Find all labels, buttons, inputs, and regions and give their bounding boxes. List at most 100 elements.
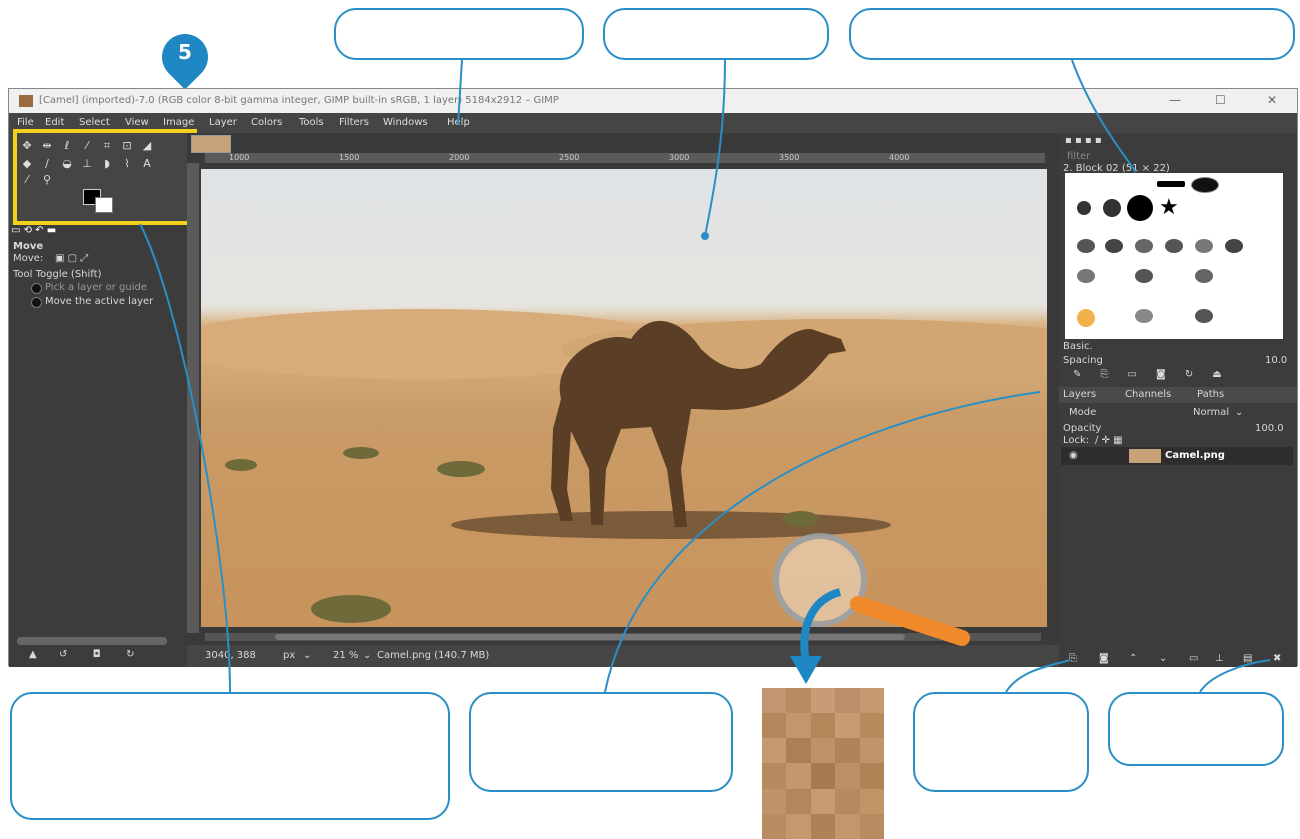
- image-tab-thumbnail[interactable]: [191, 135, 231, 153]
- duplicate-layer-icon[interactable]: ▭: [1189, 653, 1198, 664]
- unified-transform-icon[interactable]: ⊡: [119, 139, 135, 153]
- color-picker-icon[interactable]: ⁄: [19, 173, 35, 187]
- raise-layer-icon[interactable]: ⌃: [1129, 653, 1137, 664]
- crop-tool-icon[interactable]: ⌗: [99, 139, 115, 153]
- zoom-tool-icon[interactable]: ⚲: [39, 173, 55, 187]
- opacity-label: Opacity: [1063, 423, 1102, 434]
- menu-layer[interactable]: Layer: [209, 117, 237, 128]
- lock-icons[interactable]: ∕ ✛ ▦: [1095, 435, 1123, 446]
- tab-channels[interactable]: Channels: [1125, 389, 1171, 400]
- brush-item[interactable]: [1135, 239, 1153, 253]
- brush-item[interactable]: [1135, 309, 1153, 323]
- text-tool-icon[interactable]: A: [139, 157, 155, 171]
- brush-item[interactable]: [1195, 239, 1213, 253]
- menu-tools[interactable]: Tools: [299, 117, 324, 128]
- eye-icon[interactable]: ◉: [1069, 450, 1078, 461]
- chevron-down-icon[interactable]: ⌄: [303, 650, 311, 661]
- layer-name[interactable]: Camel.png: [1165, 450, 1225, 461]
- tool-options-scrollbar[interactable]: [17, 637, 167, 645]
- brush-item[interactable]: [1105, 239, 1123, 253]
- star-brush-icon[interactable]: ★: [1159, 195, 1179, 220]
- brush-selected[interactable]: [1191, 177, 1219, 193]
- bottom-icons[interactable]: ▲ ↺ ◘ ↻: [29, 649, 134, 660]
- menu-edit[interactable]: Edit: [45, 117, 64, 128]
- radio-move-active[interactable]: [31, 297, 42, 308]
- camel-image-canvas[interactable]: [201, 169, 1047, 627]
- menu-image[interactable]: Image: [163, 117, 194, 128]
- spacing-value[interactable]: 10.0: [1265, 355, 1287, 366]
- brush-preset-select[interactable]: Basic.: [1063, 341, 1093, 352]
- chevron-down-icon[interactable]: ⌄: [1235, 407, 1243, 418]
- maximize-button[interactable]: ☐: [1215, 93, 1226, 107]
- move-tool-icon[interactable]: ✥: [19, 139, 35, 153]
- title-bar: [Camel] (imported)-7.0 (RGB color 8-bit …: [9, 89, 1297, 113]
- tab-layers[interactable]: Layers: [1063, 389, 1096, 400]
- brush-item[interactable]: [1077, 239, 1095, 253]
- layer-thumbnail: [1129, 449, 1161, 463]
- window-title: [Camel] (imported)-7.0 (RGB color 8-bit …: [39, 95, 559, 106]
- brush-item[interactable]: [1195, 269, 1213, 283]
- menu-windows[interactable]: Windows: [383, 117, 428, 128]
- paths-tool-icon[interactable]: ⌇: [119, 157, 135, 171]
- menu-select[interactable]: Select: [79, 117, 110, 128]
- brush-item[interactable]: [1103, 199, 1121, 217]
- move-mode-icons[interactable]: ▣ ▢ ⤢: [55, 253, 88, 264]
- minimize-button[interactable]: —: [1169, 93, 1181, 107]
- brush-item[interactable]: [1225, 239, 1243, 253]
- gimp-window: [Camel] (imported)-7.0 (RGB color 8-bit …: [8, 88, 1298, 667]
- eraser-icon[interactable]: ◒: [59, 157, 75, 171]
- layers-tabs: Layers Channels Paths: [1059, 387, 1297, 403]
- unit-select[interactable]: px: [283, 650, 295, 661]
- menu-file[interactable]: File: [17, 117, 34, 128]
- fuzzy-select-icon[interactable]: ⁄: [79, 139, 95, 153]
- smudge-tool-icon[interactable]: ◗: [99, 157, 115, 171]
- new-group-icon[interactable]: ◙: [1099, 653, 1109, 664]
- ruler-tick: 4000: [889, 153, 910, 162]
- brush-item[interactable]: [1157, 181, 1185, 187]
- menu-colors[interactable]: Colors: [251, 117, 282, 128]
- scrollbar-thumb[interactable]: [275, 634, 905, 640]
- step-number: 5: [178, 40, 192, 64]
- menu-filters[interactable]: Filters: [339, 117, 369, 128]
- tab-paths[interactable]: Paths: [1197, 389, 1224, 400]
- menu-help[interactable]: Help: [447, 117, 470, 128]
- clone-tool-icon[interactable]: ⊥: [79, 157, 95, 171]
- brush-filter-input[interactable]: filter: [1067, 151, 1090, 162]
- free-select-icon[interactable]: ℓ: [59, 139, 75, 153]
- zoom-select[interactable]: 21 %: [333, 650, 358, 661]
- delete-layer-icon[interactable]: ✖: [1273, 653, 1281, 664]
- horizontal-scrollbar[interactable]: [205, 633, 1041, 641]
- align-tool-icon[interactable]: ⇹: [39, 139, 55, 153]
- mode-select[interactable]: Normal: [1193, 407, 1229, 418]
- callout-layers-dock: [469, 692, 733, 792]
- horizontal-ruler: 1000 1500 2000 2500 3000 3500 4000: [205, 153, 1045, 163]
- layer-row[interactable]: ◉ Camel.png: [1061, 447, 1293, 465]
- callout-brushes-dock: [849, 8, 1295, 60]
- brush-item[interactable]: [1195, 309, 1213, 323]
- panel-tabs-icons[interactable]: ▭ ⟲ ↶ ▬: [11, 225, 56, 236]
- bucket-fill-icon[interactable]: ◆: [19, 157, 35, 171]
- brush-item[interactable]: [1127, 195, 1153, 221]
- anchor-layer-icon[interactable]: ⊥: [1215, 653, 1224, 664]
- brush-item[interactable]: [1077, 201, 1091, 215]
- warp-transform-icon[interactable]: ◢: [139, 139, 155, 153]
- brush-item[interactable]: [1165, 239, 1183, 253]
- opacity-value[interactable]: 100.0: [1255, 423, 1284, 434]
- menu-view[interactable]: View: [125, 117, 149, 128]
- brush-item[interactable]: [1077, 269, 1095, 283]
- chevron-down-icon[interactable]: ⌄: [363, 650, 371, 661]
- brush-item[interactable]: [1135, 269, 1153, 283]
- ruler-tick: 1000: [229, 153, 250, 162]
- new-layer-icon[interactable]: ⎘: [1069, 653, 1077, 664]
- callout-delete-layer: [1108, 692, 1284, 766]
- brush-action-icons[interactable]: ✎ ⎘ ▭ ◙ ↻ ⏏: [1073, 369, 1222, 380]
- brush-grid[interactable]: ★: [1065, 173, 1283, 339]
- close-button[interactable]: ✕: [1267, 93, 1277, 107]
- dock-tab-icons[interactable]: ▪ ▪ ▪ ▪: [1065, 135, 1102, 146]
- mask-layer-icon[interactable]: ▤: [1243, 653, 1252, 664]
- radio-pick-layer[interactable]: [31, 283, 42, 294]
- lower-layer-icon[interactable]: ⌄: [1159, 653, 1167, 664]
- paintbrush-icon[interactable]: ∕: [39, 157, 55, 171]
- background-color-swatch[interactable]: [95, 197, 113, 213]
- brush-item[interactable]: [1077, 309, 1095, 327]
